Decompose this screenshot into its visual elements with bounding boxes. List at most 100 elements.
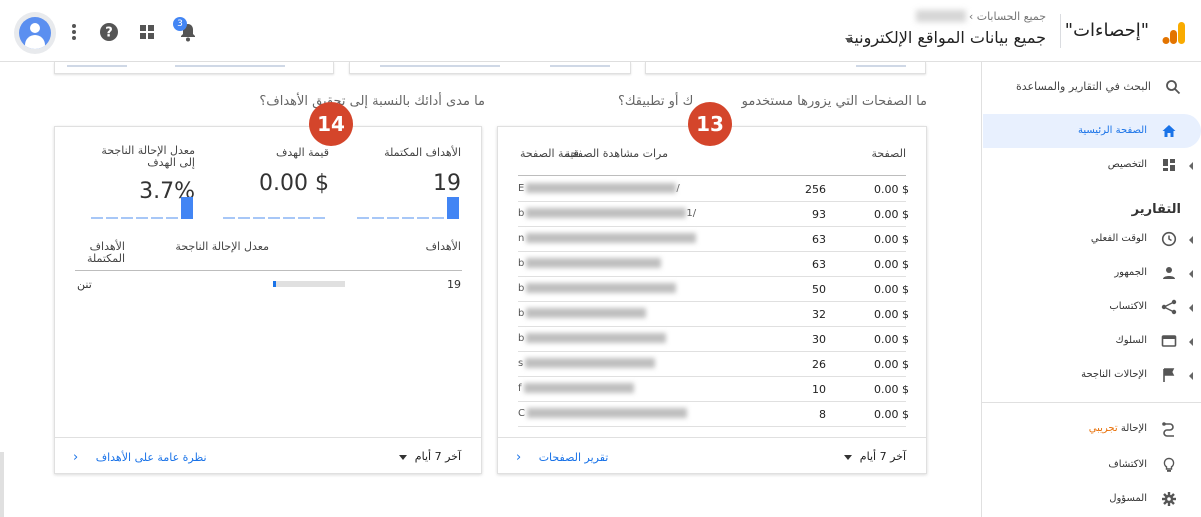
- pageviews-cell: 10: [812, 383, 826, 396]
- lightbulb-icon: [1163, 457, 1175, 472]
- goals-table-divider: [75, 270, 462, 271]
- pageviews-cell: 26: [812, 358, 826, 371]
- scrollbar-edge[interactable]: [0, 452, 4, 517]
- table-row[interactable]: b 63 0.00 $: [518, 252, 909, 277]
- sidebar-item-admin[interactable]: المسؤول: [983, 482, 1201, 516]
- metric-label-goal-completions: الأهداف المكتملة: [384, 146, 461, 159]
- date-range-selector[interactable]: آخر 7 أيام: [399, 450, 461, 463]
- question-text-start: ما الصفحات التي يزورها مستخدمو: [741, 94, 927, 109]
- pages-card: الصفحة مرات مشاهدة الصفحة قيمة الصفحة E /…: [497, 126, 927, 474]
- sparkline-goal-completions: [357, 195, 461, 219]
- page-value-cell: 0.00 $: [874, 308, 909, 321]
- page-path-cell[interactable]: b: [518, 308, 647, 319]
- expand-arrow-icon: [1189, 162, 1193, 170]
- page-path-redacted: [526, 333, 667, 343]
- apps-icon[interactable]: [137, 22, 157, 42]
- page-path-prefix: s: [518, 358, 524, 369]
- col-header-page-value: قيمة الصفحة: [520, 147, 579, 160]
- search-label: البحث في التقارير والمساعدة: [1016, 80, 1151, 93]
- gear-icon: [1162, 492, 1176, 506]
- page-path-suffix: /: [676, 183, 680, 194]
- page-path-suffix: 1/: [686, 208, 697, 219]
- table-row[interactable]: b 50 0.00 $: [518, 277, 909, 302]
- attribution-label: الإحالة: [1120, 423, 1147, 434]
- sidebar-item-conversions[interactable]: الإحالات الناجحة: [983, 358, 1201, 392]
- page-path-prefix: n: [518, 233, 525, 244]
- analytics-logo-icon[interactable]: [1161, 20, 1187, 46]
- card-above-partial: [645, 62, 926, 74]
- page-path-cell[interactable]: s: [518, 358, 656, 369]
- page-path-cell[interactable]: n: [518, 233, 697, 244]
- table-row[interactable]: b 1/93 0.00 $: [518, 202, 909, 227]
- chevron-left-icon: ‹: [73, 450, 79, 465]
- page-path-redacted: [525, 358, 656, 368]
- page-path-cell[interactable]: C: [518, 408, 687, 419]
- page-path-cell[interactable]: b: [518, 258, 662, 269]
- sidebar-item-label: الإحالة تجريبي: [1089, 423, 1147, 434]
- card-above-partial: [349, 62, 631, 74]
- sidebar-item-discover[interactable]: الاكتشاف: [983, 448, 1201, 482]
- table-row[interactable]: s 26 0.00 $: [518, 352, 909, 377]
- goals-overview-link[interactable]: نظرة عامة على الأهداف ‹: [73, 450, 207, 465]
- page-path-cell[interactable]: b: [518, 333, 667, 344]
- sidebar-search[interactable]: البحث في التقارير والمساعدة: [991, 78, 1181, 98]
- sidebar-item-label: الاكتشاف: [1108, 459, 1147, 470]
- more-vert-icon[interactable]: [64, 22, 84, 42]
- sidebar-item-home[interactable]: الصفحة الرئيسية: [983, 114, 1201, 148]
- page-value-cell: 0.00 $: [874, 258, 909, 271]
- sidebar-item-acquisition[interactable]: الاكتساب: [983, 290, 1201, 324]
- caret-down-icon: [844, 454, 853, 460]
- sidebar-item-customization[interactable]: التخصيص: [983, 148, 1201, 182]
- annotation-badge-14: 14: [309, 102, 353, 146]
- sidebar-item-label: السلوك: [1115, 335, 1147, 346]
- svg-text:?: ?: [105, 26, 113, 41]
- page-path-redacted: [526, 208, 687, 218]
- chevron-down-icon[interactable]: [845, 38, 853, 43]
- table-row[interactable]: b 30 0.00 $: [518, 327, 909, 352]
- sidebar-item-label: التخصيص: [1107, 159, 1147, 170]
- sparkline-conversion-rate: [91, 195, 195, 219]
- table-row[interactable]: C 8 0.00 $: [518, 402, 909, 427]
- pages-report-link[interactable]: تقرير الصفحات ‹: [516, 450, 608, 465]
- sidebar-item-attribution[interactable]: الإحالة تجريبي: [983, 412, 1201, 446]
- sidebar-item-behavior[interactable]: السلوك: [983, 324, 1201, 358]
- page-path-cell[interactable]: b: [518, 283, 677, 294]
- sidebar-item-label: الجمهور: [1114, 267, 1147, 278]
- sidebar-item-realtime[interactable]: الوقت الفعلي: [983, 222, 1201, 256]
- page-value-cell: 0.00 $: [874, 283, 909, 296]
- breadcrumb[interactable]: جميع الحسابات ›: [969, 10, 1046, 23]
- beta-tag: تجريبي: [1088, 423, 1118, 434]
- page-path-prefix: b: [518, 283, 525, 294]
- sidebar-item-label: الوقت الفعلي: [1090, 233, 1147, 244]
- help-icon[interactable]: ?: [99, 22, 119, 42]
- table-row[interactable]: n 63 0.00 $: [518, 227, 909, 252]
- caret-down-icon: [399, 454, 408, 460]
- page-path-cell[interactable]: f: [518, 383, 634, 394]
- page-value-cell: 0.00 $: [874, 183, 909, 196]
- annotation-badge-13: 13: [688, 102, 732, 146]
- sidebar-item-label: الاكتساب: [1109, 301, 1147, 312]
- goal-completions-cell: 19: [447, 278, 461, 291]
- col-header-goals: الأهداف: [425, 240, 461, 253]
- pages-card-footer: آخر 7 أيام تقرير الصفحات ‹: [498, 437, 926, 473]
- table-row[interactable]: f 10 0.00 $: [518, 377, 909, 402]
- date-range-selector[interactable]: آخر 7 أيام: [844, 450, 906, 463]
- page-path-cell[interactable]: b 1/: [518, 208, 696, 219]
- avatar[interactable]: [14, 12, 56, 54]
- page-path-prefix: b: [518, 258, 525, 269]
- table-row[interactable]: E/256 0.00 $: [518, 177, 909, 202]
- date-range-label: آخر 7 أيام: [859, 450, 906, 463]
- pageviews-cell: 63: [812, 258, 826, 271]
- sidebar-item-audience[interactable]: الجمهور: [983, 256, 1201, 290]
- search-icon: [1166, 80, 1181, 95]
- goal-name-cell[interactable]: تنن: [77, 278, 92, 291]
- conversion-rate-bar: [273, 281, 345, 287]
- goals-card: الأهداف المكتملة 19 قيمة الهدف 0.00 $ مع…: [54, 126, 482, 474]
- table-row[interactable]: b 32 0.00 $: [518, 302, 909, 327]
- sidebar-item-label: الإحالات الناجحة: [1081, 369, 1147, 380]
- page-value-cell: 0.00 $: [874, 333, 909, 346]
- page-path-cell[interactable]: E /: [518, 183, 680, 194]
- pageviews-cell: 93: [812, 208, 826, 221]
- property-selector[interactable]: جميع بيانات المواقع الإلكترونية: [846, 28, 1046, 47]
- acquisition-icon: [1161, 299, 1177, 315]
